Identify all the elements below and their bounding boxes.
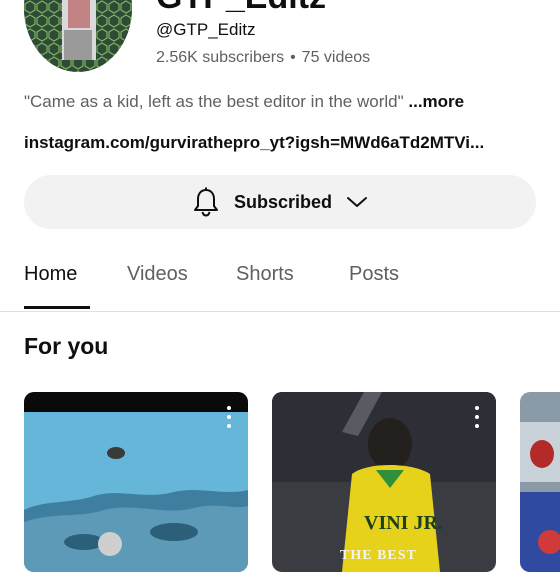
more-link[interactable]: ...more (408, 92, 464, 111)
channel-external-link[interactable]: instagram.com/gurvirathepro_yt?igsh=MWd6… (24, 133, 534, 153)
tab-home[interactable]: Home (24, 263, 77, 286)
card-more-button[interactable] (222, 406, 236, 428)
description-text: "Came as a kid, left as the best editor … (24, 92, 404, 111)
card-more-button[interactable] (470, 406, 484, 428)
channel-tabs: Home Videos Shorts Posts (0, 255, 560, 311)
tab-shorts[interactable]: Shorts (236, 263, 294, 286)
video-card[interactable] (24, 392, 248, 572)
video-thumbnail (24, 392, 248, 572)
channel-avatar[interactable] (24, 0, 132, 72)
tab-posts[interactable]: Posts (349, 263, 399, 286)
video-card[interactable]: VINI JR. THE BEST (272, 392, 496, 572)
channel-description[interactable]: "Came as a kid, left as the best editor … (24, 92, 464, 112)
thumbnail-subtext: THE BEST (340, 548, 417, 563)
channel-title: GTP_Editz (156, 0, 326, 17)
video-card[interactable] (520, 392, 560, 572)
channel-meta: 2.56K subscribers • 75 videos (156, 49, 370, 67)
channel-handle: @GTP_Editz (156, 20, 256, 39)
subscriber-count: 2.56K subscribers (156, 49, 285, 66)
active-tab-indicator (24, 306, 90, 309)
section-title: For you (24, 333, 109, 359)
chevron-down-icon (347, 197, 368, 207)
subscribed-button[interactable]: Subscribed (24, 175, 536, 229)
avatar-image (24, 0, 132, 72)
thumbnail-text: VINI JR. (364, 512, 443, 534)
tab-videos[interactable]: Videos (127, 263, 188, 286)
video-thumbnail (272, 392, 496, 572)
subscribed-label: Subscribed (233, 191, 333, 212)
meta-separator: • (290, 49, 296, 66)
video-thumbnail (520, 392, 560, 572)
tabs-divider (0, 311, 560, 312)
bell-icon (193, 187, 218, 217)
video-count: 75 videos (301, 49, 371, 66)
